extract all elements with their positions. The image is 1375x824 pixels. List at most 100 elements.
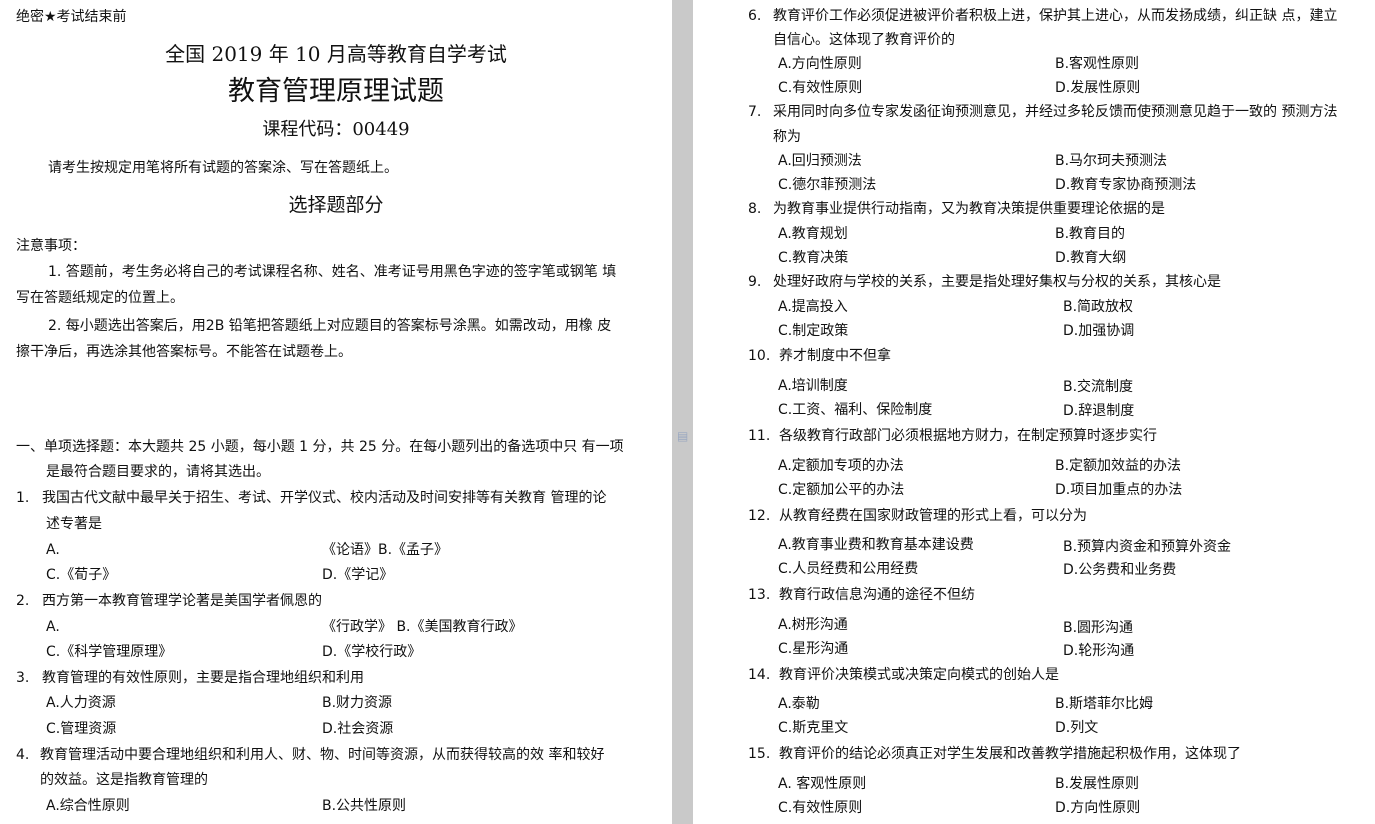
q15-option-d: D.方向性原则 xyxy=(1055,800,1141,816)
q11-number: 11. xyxy=(748,428,771,444)
q1-option-a: A. xyxy=(46,542,60,558)
q8-option-d: D.教育大纲 xyxy=(1055,250,1127,266)
q4-option-b: B.公共性原则 xyxy=(322,798,407,814)
q14-option-b: B.斯塔菲尔比姆 xyxy=(1055,696,1154,712)
q6-stem-line-1: 教育评价工作必须促进被评价者积极上进，保护其上进心，从而发扬成绩，纠正缺 点，建… xyxy=(773,8,1338,24)
q4-stem-line-2: 的效益。这是指教育管理的 xyxy=(40,772,208,788)
exam-title: 全国 2019 年 10 月高等教育自学考试 xyxy=(165,42,507,66)
q11-option-b: B.定额加效益的办法 xyxy=(1055,458,1182,474)
q8-option-c: C.教育决策 xyxy=(778,250,849,266)
note-2-line-1: 2. 每小题选出答案后，用2B 铅笔把答题纸上对应题目的答案标号涂黑。如需改动，… xyxy=(48,318,612,334)
q13-option-b: B.圆形沟通 xyxy=(1063,620,1134,636)
q13-number: 13. xyxy=(748,587,771,603)
note-1-line-2: 写在答题纸规定的位置上。 xyxy=(16,290,184,306)
q2-stem-line-1: 西方第一本教育管理学论著是美国学者佩恩的 xyxy=(42,593,322,609)
q15-option-a: A. 客观性原则 xyxy=(778,776,867,792)
part-1-line-2: 是最符合题目要求的，请将其选出。 xyxy=(46,464,270,480)
q15-stem-line-1: 教育评价的结论必须真正对学生发展和改善教学措施起积极作用，这体现了 xyxy=(779,746,1241,762)
q2-number: 2. xyxy=(16,593,30,609)
q13-stem-line-1: 教育行政信息沟通的途径不但纺 xyxy=(779,587,975,603)
q3-number: 3. xyxy=(16,670,30,686)
page-menu-icon[interactable]: ▤ xyxy=(677,430,689,442)
q6-option-a: A.方向性原则 xyxy=(778,56,862,72)
q7-option-b: B.马尔珂夫预测法 xyxy=(1055,153,1168,169)
q14-stem-line-1: 教育评价决策模式或决策定向模式的创始人是 xyxy=(779,667,1059,683)
instruction-text: 请考生按规定用笔将所有试题的答案涂、写在答题纸上。 xyxy=(48,160,398,176)
q12-number: 12. xyxy=(748,508,771,524)
q3-option-d: D.社会资源 xyxy=(322,721,394,737)
q14-number: 14. xyxy=(748,667,771,683)
q12-option-b: B.预算内资金和预算外资金 xyxy=(1063,539,1232,555)
q15-option-b: B.发展性原则 xyxy=(1055,776,1140,792)
q3-stem-line-1: 教育管理的有效性原则，主要是指合理地组织和利用 xyxy=(42,670,364,686)
q9-number: 9. xyxy=(748,274,762,290)
q10-stem-line-1: 养才制度中不但拿 xyxy=(779,348,891,364)
q13-option-d: D.轮形沟通 xyxy=(1063,643,1135,659)
q4-option-a: A.综合性原则 xyxy=(46,798,130,814)
q2-option-a: A. xyxy=(46,619,60,635)
q1-option-d: D.《学记》 xyxy=(322,567,394,583)
left-page: 绝密★考试结束前 全国 2019 年 10 月高等教育自学考试 教育管理原理试题… xyxy=(0,0,672,824)
q10-option-c: C.工资、福利、保险制度 xyxy=(778,402,933,418)
q14-option-c: C.斯克里文 xyxy=(778,720,849,736)
q9-option-c: C.制定政策 xyxy=(778,323,849,339)
q7-stem-line-2: 称为 xyxy=(773,129,801,145)
q10-option-b: B.交流制度 xyxy=(1063,379,1134,395)
q3-option-b: B.财力资源 xyxy=(322,695,393,711)
q6-option-c: C.有效性原则 xyxy=(778,80,863,96)
q8-option-a: A.教育规划 xyxy=(778,226,848,242)
q2-option-d: D.《学校行政》 xyxy=(322,644,422,660)
q4-number: 4. xyxy=(16,747,30,763)
q6-stem-line-2: 自信心。这体现了教育评价的 xyxy=(773,32,955,48)
q7-option-c: C.德尔菲预测法 xyxy=(778,177,877,193)
q9-stem-line-1: 处理好政府与学校的关系，主要是指处理好集权与分权的关系，其核心是 xyxy=(773,274,1221,290)
course-code: 课程代码：00449 xyxy=(262,119,410,140)
page-gutter xyxy=(672,0,693,824)
q8-number: 8. xyxy=(748,201,762,217)
q13-option-c: C.星形沟通 xyxy=(778,641,849,657)
q9-option-a: A.提高投入 xyxy=(778,299,848,315)
q4-stem-line-1: 教育管理活动中要合理地组织和利用人、财、物、时间等资源，从而获得较高的效 率和较… xyxy=(40,747,605,763)
q6-option-b: B.客观性原则 xyxy=(1055,56,1140,72)
q7-stem-line-1: 采用同时向多位专家发函征询预测意见，并经过多轮反馈而使预测意见趋于一致的 预测方… xyxy=(773,104,1338,120)
q8-option-b: B.教育目的 xyxy=(1055,226,1126,242)
q12-option-a: A.教育事业费和教育基本建设费 xyxy=(778,537,974,553)
q3-option-a: A.人力资源 xyxy=(46,695,116,711)
q11-option-d: D.项目加重点的办法 xyxy=(1055,482,1183,498)
q15-number: 15. xyxy=(748,746,771,762)
q14-option-d: D.列文 xyxy=(1055,720,1099,736)
q6-option-d: D.发展性原则 xyxy=(1055,80,1141,96)
q8-stem-line-1: 为教育事业提供行动指南，又为教育决策提供重要理论依据的是 xyxy=(773,201,1165,217)
q7-option-d: D.教育专家协商预测法 xyxy=(1055,177,1197,193)
q3-option-c: C.管理资源 xyxy=(46,721,117,737)
q12-option-c: C.人员经费和公用经费 xyxy=(778,561,919,577)
q9-option-b: B.简政放权 xyxy=(1063,299,1134,315)
q2-option-a-b: 《行政学》 B.《美国教育行政》 xyxy=(322,619,523,635)
notes-heading: 注意事项： xyxy=(16,238,86,254)
q14-option-a: A.泰勒 xyxy=(778,696,820,712)
q1-number: 1. xyxy=(16,490,30,506)
confidential-label: 绝密★考试结束前 xyxy=(16,9,127,25)
q12-stem-line-1: 从教育经费在国家财政管理的形式上看，可以分为 xyxy=(779,508,1087,524)
part-1-line-1: 一、单项选择题：本大题共 25 小题，每小题 1 分，共 25 分。在每小题列出… xyxy=(16,439,624,455)
q11-stem-line-1: 各级教育行政部门必须根据地方财力，在制定预算时逐步实行 xyxy=(779,428,1157,444)
q6-number: 6. xyxy=(748,8,762,24)
q12-option-d: D.公务费和业务费 xyxy=(1063,562,1177,578)
q7-option-a: A.回归预测法 xyxy=(778,153,862,169)
q10-number: 10. xyxy=(748,348,771,364)
note-1-line-1: 1. 答题前，考生务必将自己的考试课程名称、姓名、准考证号用黑色字迹的签字笔或钢… xyxy=(48,264,617,280)
q2-option-c: C.《科学管理原理》 xyxy=(46,644,173,660)
q10-option-d: D.辞退制度 xyxy=(1063,403,1135,419)
q1-stem-line-2: 述专著是 xyxy=(46,516,102,532)
subject-title: 教育管理原理试题 xyxy=(228,76,444,107)
q1-option-a-b: 《论语》B.《孟子》 xyxy=(322,542,449,558)
right-page: 6. 教育评价工作必须促进被评价者积极上进，保护其上进心，从而发扬成绩，纠正缺 … xyxy=(693,0,1375,824)
note-2-line-2: 擦干净后，再选涂其他答案标号。不能答在试题卷上。 xyxy=(16,344,352,360)
q1-stem-line-1: 我国古代文献中最早关于招生、考试、开学仪式、校内活动及时间安排等有关教育 管理的… xyxy=(42,490,607,506)
q1-option-c: C.《荀子》 xyxy=(46,567,117,583)
q10-option-a: A.培训制度 xyxy=(778,378,848,394)
q11-option-a: A.定额加专项的办法 xyxy=(778,458,904,474)
q15-option-c: C.有效性原则 xyxy=(778,800,863,816)
q9-option-d: D.加强协调 xyxy=(1063,323,1135,339)
q13-option-a: A.树形沟通 xyxy=(778,617,848,633)
